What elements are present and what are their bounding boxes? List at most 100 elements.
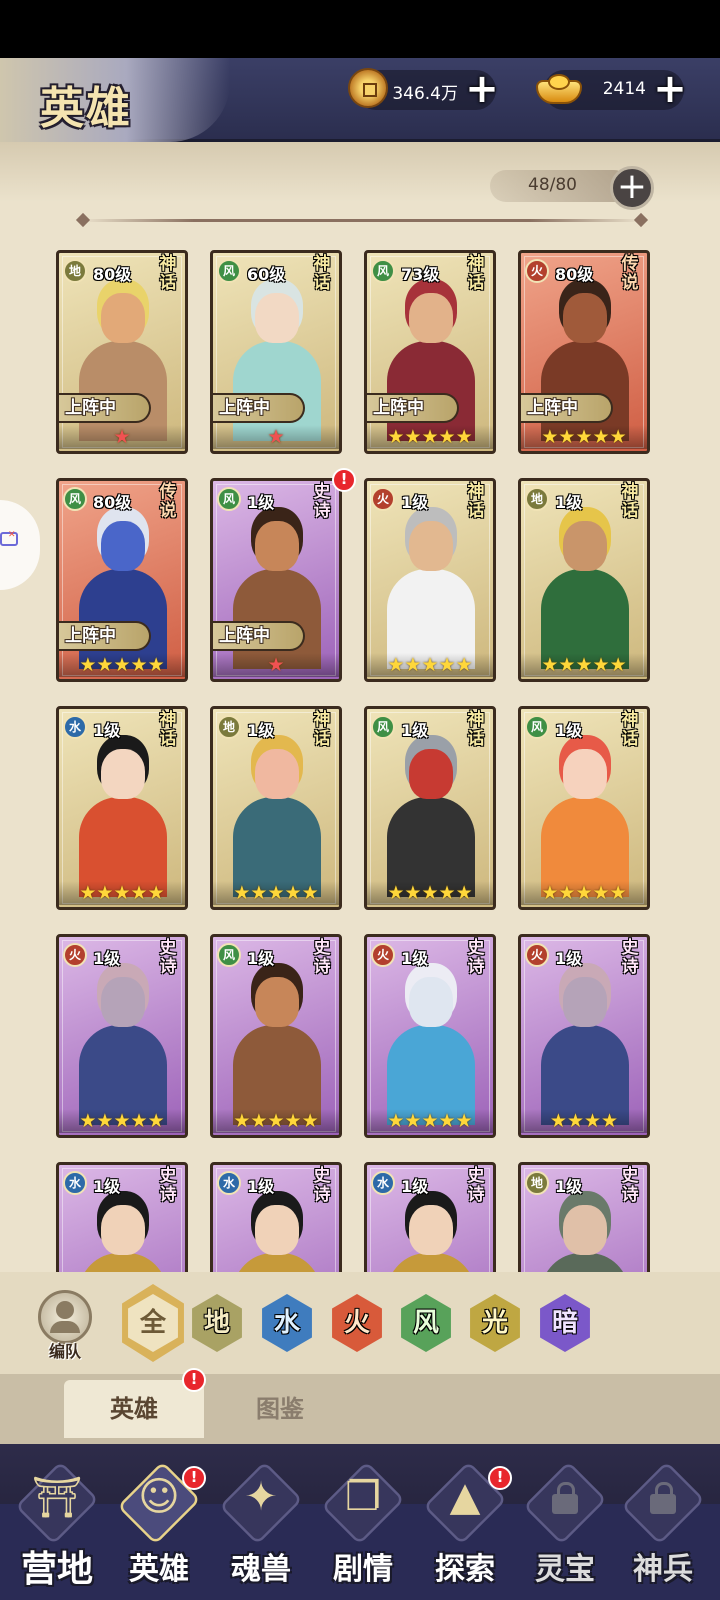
star-icon: ★	[79, 1110, 97, 1132]
star-icon: ★	[301, 882, 319, 904]
portrait-head	[101, 521, 145, 571]
hero-card[interactable]: 水 1级 神话 ★★★★★	[56, 706, 188, 910]
star-icon: ★	[438, 1110, 456, 1132]
nav-beasts[interactable]: ✦ 魂兽	[210, 1454, 312, 1594]
hero-card[interactable]: 火 1级 史诗 ★★★★	[518, 934, 650, 1138]
nav-treasure-label: 灵宝	[535, 1552, 595, 1587]
star-icon: ★	[250, 882, 268, 904]
nav-weapons[interactable]: 神兵	[612, 1454, 714, 1594]
portrait-head	[409, 293, 453, 343]
filter-wind[interactable]: 风	[401, 1294, 451, 1352]
hero-portrait	[541, 511, 629, 669]
hero-card[interactable]: 风 1级 史诗 ★★★★★	[210, 934, 342, 1138]
element-badge: 地	[525, 487, 549, 511]
team-icon	[38, 1290, 92, 1344]
hero-card[interactable]: 火 1级 史诗 ★★★★★	[364, 934, 496, 1138]
filter-light[interactable]: 光	[470, 1294, 520, 1352]
star-icon: ★	[421, 1110, 439, 1132]
element-badge: 风	[217, 943, 241, 967]
hero-card[interactable]: 风 80级 传说 上阵中 ★★★★★	[56, 478, 188, 682]
add-coins-button[interactable]: +	[462, 69, 502, 110]
filter-dark[interactable]: 暗	[540, 1294, 590, 1352]
squad-label: 编队	[48, 1342, 81, 1361]
element-badge: 风	[217, 487, 241, 511]
nav-beasts-label: 魂兽	[231, 1552, 291, 1587]
portrait-head	[409, 521, 453, 571]
element-badge: 地	[217, 715, 241, 739]
tab-heroes[interactable]: 英雄 !	[64, 1368, 206, 1438]
filter-wind-label: 风	[412, 1308, 439, 1338]
filter-earth-label: 地	[203, 1308, 230, 1338]
star-rating: ★	[59, 425, 185, 449]
star-icon: ★	[592, 654, 610, 676]
hero-card[interactable]: 风 1级 史诗 上阵中 ★	[210, 478, 342, 682]
hero-card[interactable]: 风 73级 神话 上阵中 ★★★★★	[364, 250, 496, 454]
star-icon: ★	[96, 654, 114, 676]
nav-treasure[interactable]: 灵宝	[514, 1454, 616, 1594]
star-icon: ★	[609, 426, 627, 448]
star-icon: ★	[113, 1110, 131, 1132]
lock-icon	[552, 1482, 578, 1514]
hero-panel: 48/80 + 地 80级 神话 上阵中 ★ 风 60级 神话 上阵中 ★ 风 73级 神话 上阵中 ★★★…	[0, 142, 720, 1374]
hero-portrait	[387, 739, 475, 897]
hero-card[interactable]: 火 1级 神话 ★★★★★	[364, 478, 496, 682]
lock-icon	[650, 1482, 676, 1514]
filter-water-label: 水	[273, 1308, 300, 1338]
hero-card[interactable]: 风 60级 神话 上阵中 ★	[210, 250, 342, 454]
star-icon: ★	[387, 882, 405, 904]
star-icon: ★	[233, 882, 251, 904]
star-icon: ★	[421, 426, 439, 448]
dragon-icon: ✦	[244, 1474, 278, 1520]
portrait-head	[101, 749, 145, 799]
hero-card[interactable]: 火 80级 传说 上阵中 ★★★★★	[518, 250, 650, 454]
star-icon: ★	[541, 426, 559, 448]
star-icon: ★	[421, 654, 439, 676]
ingot-counter: 2414 +	[536, 69, 687, 110]
star-icon: ★	[387, 426, 405, 448]
element-badge: 水	[63, 715, 87, 739]
expand-roster-button[interactable]: +	[610, 166, 654, 210]
status-bar	[0, 0, 720, 58]
portrait-head	[563, 749, 607, 799]
star-icon: ★	[558, 426, 576, 448]
portrait-head	[255, 1205, 299, 1255]
portrait-head	[409, 749, 453, 799]
hero-level: 1级	[555, 949, 583, 968]
nav-camp[interactable]: ⛩ 营地	[6, 1454, 108, 1594]
notification-badge: !	[182, 1368, 206, 1392]
hero-portrait	[79, 739, 167, 897]
element-badge: 火	[371, 943, 395, 967]
star-icon: ★	[566, 1110, 584, 1132]
hero-level: 1级	[93, 949, 121, 968]
hero-level: 80级	[555, 265, 594, 284]
hero-level: 73级	[401, 265, 440, 284]
hero-level: 1级	[247, 721, 275, 740]
hero-level: 80级	[93, 265, 132, 284]
add-ingots-button[interactable]: +	[650, 69, 690, 110]
nav-heroes[interactable]: ☺ 英雄 !	[108, 1454, 210, 1594]
star-icon: ★	[404, 426, 422, 448]
hero-card[interactable]: 火 1级 史诗 ★★★★★	[56, 934, 188, 1138]
filter-fire-label: 火	[343, 1308, 370, 1338]
nav-story[interactable]: ❐ 剧情	[312, 1454, 414, 1594]
nav-explore[interactable]: ▲ 探索 !	[414, 1454, 516, 1594]
coin-value: 346.4万	[392, 84, 458, 104]
hero-card[interactable]: 风 1级 神话 ★★★★★	[518, 706, 650, 910]
star-icon: ★	[301, 1110, 319, 1132]
tab-codex-label: 图鉴	[256, 1395, 304, 1423]
star-icon: ★	[438, 426, 456, 448]
hero-card[interactable]: 地 1级 神话 ★★★★★	[518, 478, 650, 682]
hero-card[interactable]: 地 80级 神话 上阵中 ★	[56, 250, 188, 454]
filter-fire[interactable]: 火	[332, 1294, 382, 1352]
tab-codex[interactable]: 图鉴	[210, 1380, 350, 1438]
hero-card[interactable]: 地 1级 神话 ★★★★★	[210, 706, 342, 910]
hero-card[interactable]: 风 1级 神话 ★★★★★	[364, 706, 496, 910]
filter-water[interactable]: 水	[262, 1294, 312, 1352]
roster-capacity: 48/80 +	[490, 166, 654, 210]
squad-button[interactable]: 编队	[36, 1290, 94, 1361]
rarity-label: 史诗	[467, 938, 485, 977]
star-icon: ★	[455, 882, 473, 904]
star-icon: ★	[421, 882, 439, 904]
filter-earth[interactable]: 地	[192, 1294, 242, 1352]
rarity-label: 传说	[621, 254, 639, 293]
